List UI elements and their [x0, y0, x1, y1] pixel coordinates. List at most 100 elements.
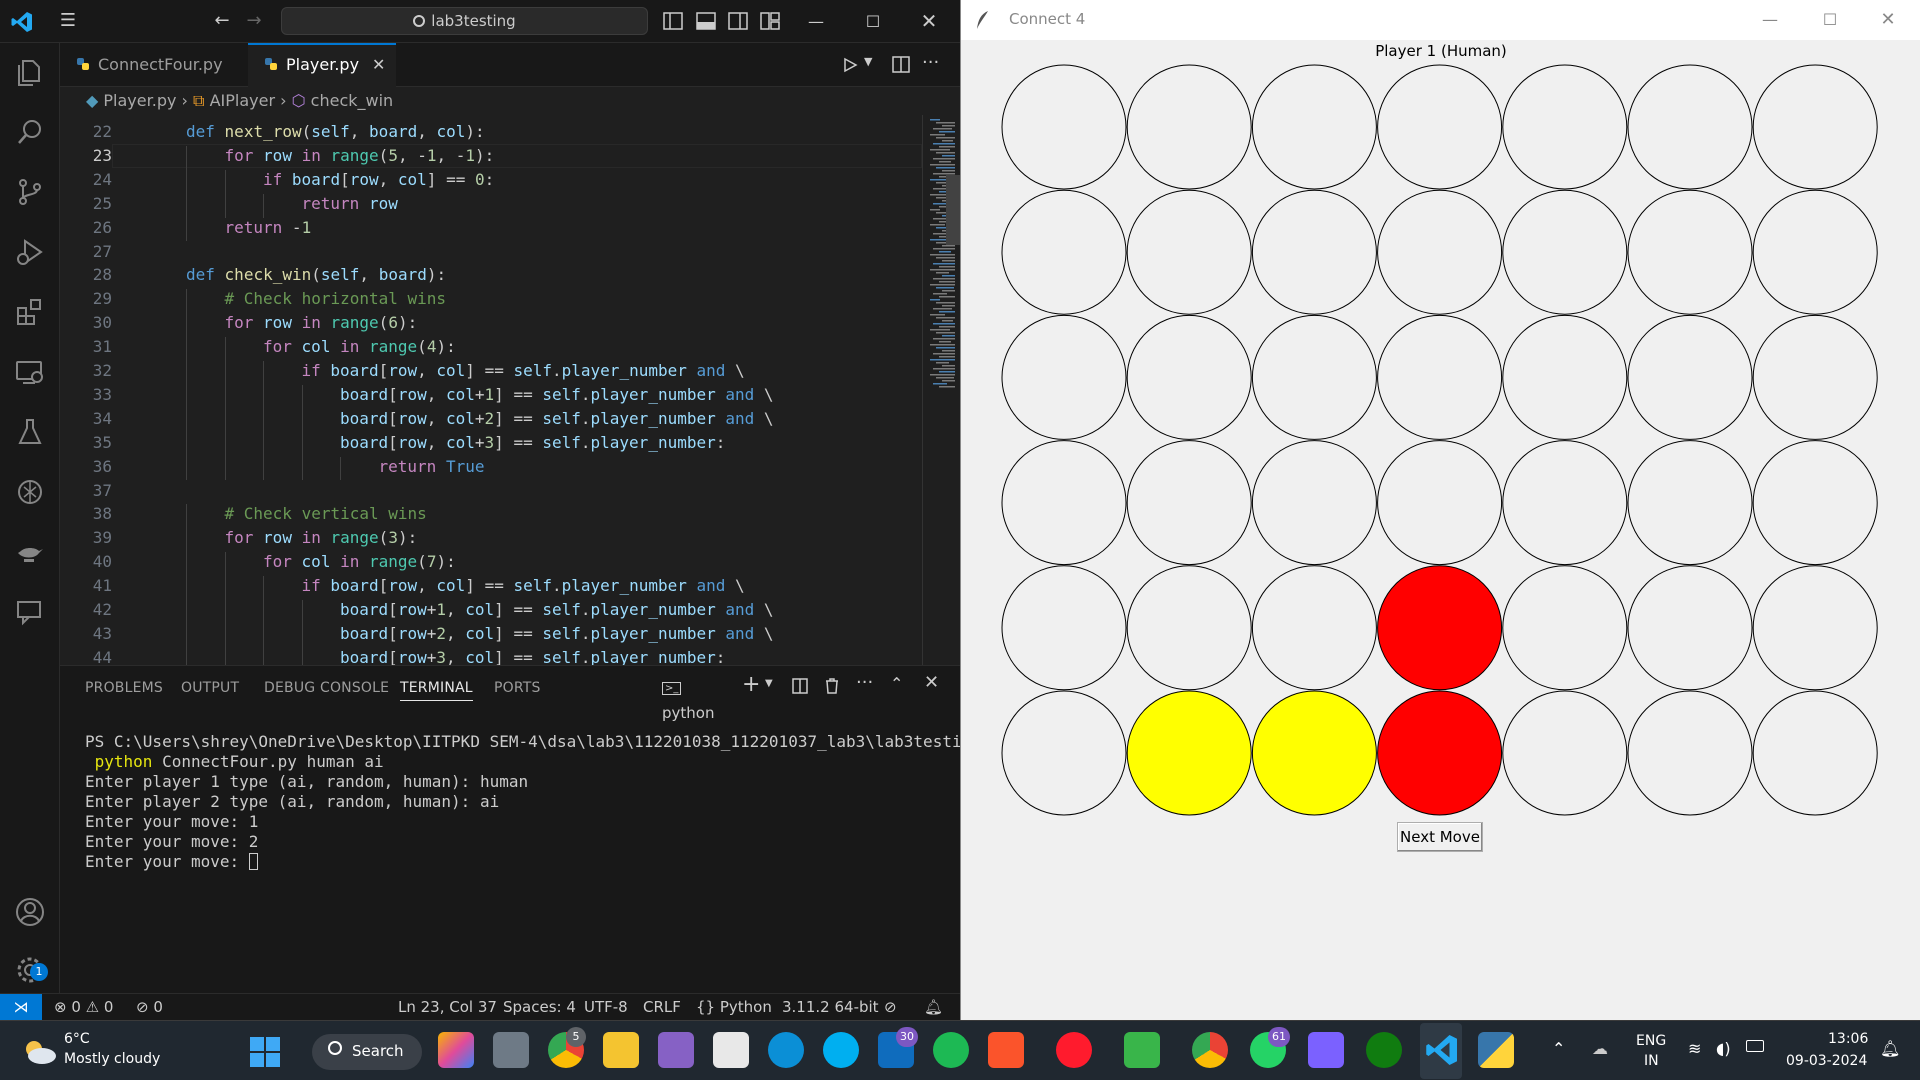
panel-tab-terminal[interactable]: TERMINAL [400, 680, 473, 701]
board-slot-empty[interactable] [1752, 189, 1878, 315]
battery-icon[interactable] [1746, 1040, 1764, 1052]
board-slot-empty[interactable] [1752, 64, 1878, 190]
board-disc-red[interactable] [1377, 690, 1503, 816]
accounts-icon[interactable] [13, 895, 47, 929]
xbox-icon[interactable] [1366, 1032, 1402, 1068]
terminal-dropdown-chevron-icon[interactable]: ▼ [765, 678, 773, 689]
show-hidden-icons-chevron-icon[interactable]: ⌃ [1552, 1039, 1565, 1058]
panel-more-icon[interactable]: ··· [856, 672, 873, 693]
forward-arrow-icon[interactable]: → [242, 9, 266, 33]
board-slot-empty[interactable] [1752, 565, 1878, 691]
more-actions-icon[interactable]: ··· [922, 52, 939, 73]
board-slot-empty[interactable] [1502, 64, 1628, 190]
panel-tab-debug-console[interactable]: DEBUG CONSOLE [264, 680, 389, 696]
breadcrumb-class[interactable]: AIPlayer [210, 91, 275, 110]
clock-time[interactable]: 13:06 [1828, 1031, 1868, 1047]
weather-description[interactable]: Mostly cloudy [64, 1051, 160, 1067]
tab-player[interactable]: Player.py ✕ [248, 43, 396, 87]
board-slot-empty[interactable] [1001, 565, 1127, 691]
chatgpt-icon[interactable] [13, 475, 47, 509]
board-slot-empty[interactable] [1627, 565, 1753, 691]
split-terminal-icon[interactable] [792, 678, 808, 694]
menu-icon[interactable]: ☰ [56, 9, 80, 33]
board-slot-empty[interactable] [1001, 189, 1127, 315]
board-slot-empty[interactable] [1502, 440, 1628, 566]
search-view-icon[interactable] [13, 115, 47, 149]
vscode-insiders-icon[interactable] [1308, 1032, 1344, 1068]
board-slot-empty[interactable] [1627, 189, 1753, 315]
breadcrumb-method[interactable]: check_win [311, 91, 394, 110]
testing-flask-icon[interactable] [13, 415, 47, 449]
panel-tab-ports[interactable]: PORTS [494, 680, 541, 696]
connect4-minimize-button[interactable]: — [1741, 0, 1799, 40]
start-windows-icon[interactable] [250, 1037, 280, 1067]
minimap[interactable] [860, 115, 955, 665]
vscode-maximize-button[interactable]: ☐ [850, 0, 896, 43]
volume-icon[interactable]: ◖) [1716, 1039, 1731, 1058]
copilot-pre-icon[interactable] [438, 1032, 474, 1068]
board-disc-red[interactable] [1377, 565, 1503, 691]
game-board[interactable] [1001, 64, 1881, 820]
customize-layout-icon[interactable] [760, 12, 780, 30]
vscode-taskbar-icon[interactable] [1424, 1032, 1460, 1068]
tab-connectfour[interactable]: ConnectFour.py [60, 43, 246, 87]
back-arrow-icon[interactable]: ← [210, 9, 234, 33]
editor-scrollbar-thumb[interactable] [946, 175, 960, 245]
board-slot-empty[interactable] [1251, 440, 1377, 566]
board-disc-yellow[interactable] [1126, 690, 1252, 816]
terminal-profile[interactable]: >_ python [662, 674, 732, 722]
board-slot-empty[interactable] [1502, 314, 1628, 440]
board-slot-empty[interactable] [1001, 314, 1127, 440]
board-slot-empty[interactable] [1502, 690, 1628, 816]
maximize-panel-chevron-up-icon[interactable]: ⌃ [890, 674, 903, 693]
language-top[interactable]: ENG [1636, 1033, 1666, 1049]
terminal-output[interactable]: PS C:\Users\shrey\OneDrive\Desktop\IITPK… [85, 732, 990, 872]
board-slot-empty[interactable] [1001, 64, 1127, 190]
board-slot-empty[interactable] [1126, 565, 1252, 691]
board-slot-empty[interactable] [1627, 314, 1753, 440]
panel-tab-output[interactable]: OUTPUT [181, 680, 239, 696]
file-explorer-icon[interactable] [603, 1032, 639, 1068]
spotify-icon[interactable] [933, 1032, 969, 1068]
onedrive-error-icon[interactable]: ☁ [1592, 1039, 1608, 1058]
toggle-secondary-sidebar-icon[interactable] [728, 12, 748, 30]
board-slot-empty[interactable] [1251, 64, 1377, 190]
python-interpreter[interactable]: 3.11.2 64-bit [782, 994, 879, 1020]
opera-icon[interactable] [1056, 1032, 1092, 1068]
android-studio-icon[interactable] [1124, 1032, 1160, 1068]
line-endings[interactable]: CRLF [643, 994, 681, 1020]
indentation[interactable]: Spaces: 4 [503, 994, 576, 1020]
board-slot-empty[interactable] [1752, 314, 1878, 440]
wifi-icon[interactable]: ≋ [1688, 1039, 1701, 1058]
source-control-icon[interactable] [13, 175, 47, 209]
problems-status[interactable]: ⊗ 0 ⚠ 0 [54, 994, 113, 1020]
weather-temperature[interactable]: 6°C [64, 1031, 90, 1047]
board-slot-empty[interactable] [1126, 189, 1252, 315]
board-slot-empty[interactable] [1251, 565, 1377, 691]
board-slot-empty[interactable] [1126, 64, 1252, 190]
board-slot-empty[interactable] [1502, 189, 1628, 315]
new-terminal-plus-icon[interactable]: + [742, 672, 760, 697]
ports-status[interactable]: ⊘ 0 [136, 994, 163, 1020]
genie-lamp-icon[interactable] [13, 535, 47, 569]
vscode-close-button[interactable]: ✕ [906, 0, 952, 43]
chrome-profile-icon[interactable] [1192, 1032, 1228, 1068]
taskbar-search-box[interactable]: Search [312, 1034, 422, 1070]
explorer-icon[interactable] [13, 55, 47, 89]
visual-studio-icon[interactable] [658, 1032, 694, 1068]
board-slot-empty[interactable] [1627, 440, 1753, 566]
close-panel-icon[interactable]: ✕ [924, 672, 939, 693]
board-slot-empty[interactable] [1377, 440, 1503, 566]
language-bottom[interactable]: IN [1644, 1053, 1659, 1069]
toggle-panel-icon[interactable] [696, 12, 716, 30]
split-editor-icon[interactable] [892, 56, 910, 73]
python-tk-taskbar-icon[interactable] [1478, 1032, 1514, 1068]
microsoft-store-icon[interactable] [713, 1032, 749, 1068]
cursor-position[interactable]: Ln 23, Col 37 [398, 994, 497, 1020]
copilot-disabled-icon[interactable]: ⊘ [884, 994, 897, 1020]
clock-date[interactable]: 09-03-2024 [1786, 1053, 1867, 1069]
notifications-bell-icon[interactable]: 🔔︎ [924, 994, 943, 1020]
board-slot-empty[interactable] [1627, 64, 1753, 190]
board-slot-empty[interactable] [1126, 314, 1252, 440]
command-center-search[interactable]: lab3testing [281, 7, 648, 35]
